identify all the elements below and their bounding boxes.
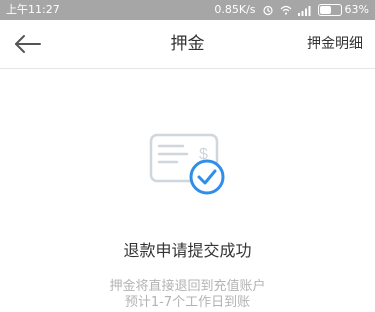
battery-percent: 63% bbox=[344, 3, 369, 16]
status-time: 上午11:27 bbox=[6, 3, 60, 16]
deposit-details-link[interactable]: 押金明细 bbox=[307, 20, 363, 68]
wifi-icon bbox=[280, 4, 292, 16]
main-content: $ 退款申请提交成功 押金将直接退回到充值账户 预计1-7个工作日到账 bbox=[0, 69, 375, 312]
nav-bar: 押金 押金明细 bbox=[0, 20, 375, 69]
refund-info-line1: 押金将直接退回到充值账户 bbox=[109, 279, 266, 294]
refund-info: 押金将直接退回到充值账户 预计1-7个工作日到账 bbox=[0, 279, 375, 311]
status-icons: 0.85K/s 63% bbox=[214, 0, 369, 20]
network-speed: 0.85K/s bbox=[214, 3, 256, 16]
alarm-icon bbox=[262, 4, 274, 16]
status-bar: 上午11:27 0.85K/s 63% bbox=[0, 0, 375, 20]
refund-info-line2: 预计1-7个工作日到账 bbox=[124, 295, 251, 310]
battery-indicator: 63% bbox=[317, 0, 369, 20]
success-message: 退款申请提交成功 bbox=[123, 241, 252, 260]
signal-icon bbox=[297, 4, 312, 16]
battery-icon bbox=[317, 4, 342, 16]
deposit-refund-success-icon: $ bbox=[149, 133, 225, 195]
